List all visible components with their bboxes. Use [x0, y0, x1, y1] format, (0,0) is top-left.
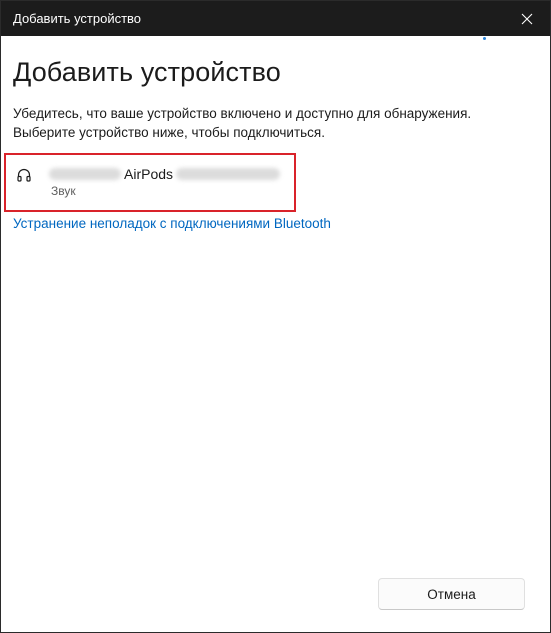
- bluetooth-troubleshoot-link[interactable]: Устранение неполадок с подключениями Blu…: [13, 216, 331, 231]
- description-line-2: Выберите устройство ниже, чтобы подключи…: [13, 125, 325, 140]
- redacted-text: [176, 168, 281, 180]
- close-icon: [521, 13, 533, 24]
- title-bar: Добавить устройство: [1, 1, 550, 36]
- device-name: AirPods: [124, 166, 174, 182]
- window-title: Добавить устройство: [13, 11, 142, 26]
- description: Убедитесь, что ваше устройство включено …: [13, 104, 533, 142]
- page-title: Добавить устройство: [13, 57, 281, 87]
- add-device-dialog: Добавить устройство Добавить устройство …: [0, 0, 551, 633]
- scan-progress-indicator: [483, 37, 486, 40]
- headphones-icon: [17, 168, 31, 182]
- device-type: Звук: [51, 184, 76, 198]
- cancel-button[interactable]: Отмена: [378, 578, 525, 610]
- redacted-text: [49, 168, 121, 180]
- close-button[interactable]: [504, 1, 550, 36]
- description-line-1: Убедитесь, что ваше устройство включено …: [13, 106, 472, 121]
- device-name-row: AirPods: [49, 165, 281, 183]
- device-item-airpods[interactable]: AirPods Звук: [4, 153, 296, 212]
